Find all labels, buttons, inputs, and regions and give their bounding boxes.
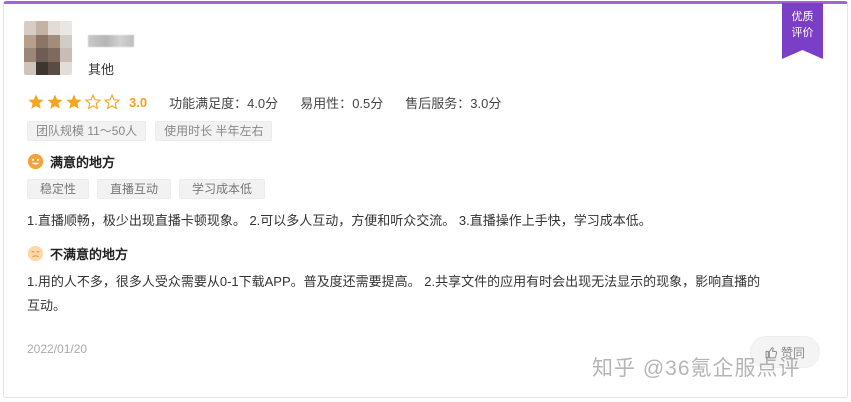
metric-value: 4.0分 bbox=[247, 95, 279, 111]
usage-duration-tag: 使用时长 半年左右 bbox=[155, 121, 273, 141]
metric-label: 功能满足度： bbox=[169, 95, 248, 111]
review-date: 2022/01/20 bbox=[27, 342, 88, 356]
pros-heading: 满意的地方 bbox=[27, 152, 115, 171]
review-card bbox=[3, 1, 848, 398]
cons-text-line2: 互动。 bbox=[27, 298, 67, 313]
pros-tags: 稳定性 直播互动 学习成本低 bbox=[27, 179, 266, 199]
rating-row: 3.0 功能满足度：4.0分 易用性：0.5分 售后服务：3.0分 bbox=[27, 92, 523, 112]
star-filled-icon bbox=[28, 94, 44, 109]
metric-value: 3.0分 bbox=[470, 95, 502, 111]
metric-after-sales: 售后服务：3.0分 bbox=[405, 93, 501, 112]
info-tags: 团队规模 11～50人 使用时长 半年左右 bbox=[27, 121, 273, 141]
star-filled-icon bbox=[66, 94, 82, 109]
metric-value: 0.5分 bbox=[352, 95, 384, 111]
unhappy-face-icon bbox=[27, 245, 44, 262]
smile-face-icon bbox=[27, 153, 44, 170]
overall-score: 3.0 bbox=[129, 94, 148, 110]
star-empty-icon bbox=[103, 93, 121, 110]
reviewer-role: 其他 bbox=[88, 62, 115, 77]
watermark: 知乎 @36氪企服点评 bbox=[592, 357, 801, 380]
metric-usability: 易用性：0.5分 bbox=[300, 93, 383, 112]
team-size-tag: 团队规模 11～50人 bbox=[27, 121, 147, 141]
username-blurred[interactable] bbox=[88, 35, 134, 47]
pro-tag: 直播互动 bbox=[97, 179, 172, 199]
cons-text-line1: 1.用的人不多，很多人受众需要从0-1下载APP。普及度还需要提高。 2.共享文… bbox=[27, 274, 761, 289]
cons-heading-text: 不满意的地方 bbox=[50, 247, 129, 262]
badge-line2: 评价 bbox=[791, 27, 814, 39]
cons-heading: 不满意的地方 bbox=[27, 244, 128, 263]
metric-functionality: 功能满足度：4.0分 bbox=[169, 93, 278, 112]
metric-label: 售后服务： bbox=[405, 95, 471, 111]
pro-tag: 学习成本低 bbox=[179, 179, 266, 199]
metric-label: 易用性： bbox=[300, 95, 353, 111]
pros-text: 1.直播顺畅，极少出现直播卡顿现象。 2.可以多人互动，方便和听众交流。 3.直… bbox=[27, 213, 652, 228]
star-empty-icon bbox=[84, 93, 102, 110]
star-filled-icon bbox=[47, 94, 63, 109]
star-rating bbox=[27, 93, 121, 111]
badge-line1: 优质 bbox=[791, 11, 814, 23]
avatar[interactable] bbox=[24, 21, 72, 75]
pros-heading-text: 满意的地方 bbox=[50, 155, 116, 170]
pro-tag: 稳定性 bbox=[27, 179, 90, 199]
